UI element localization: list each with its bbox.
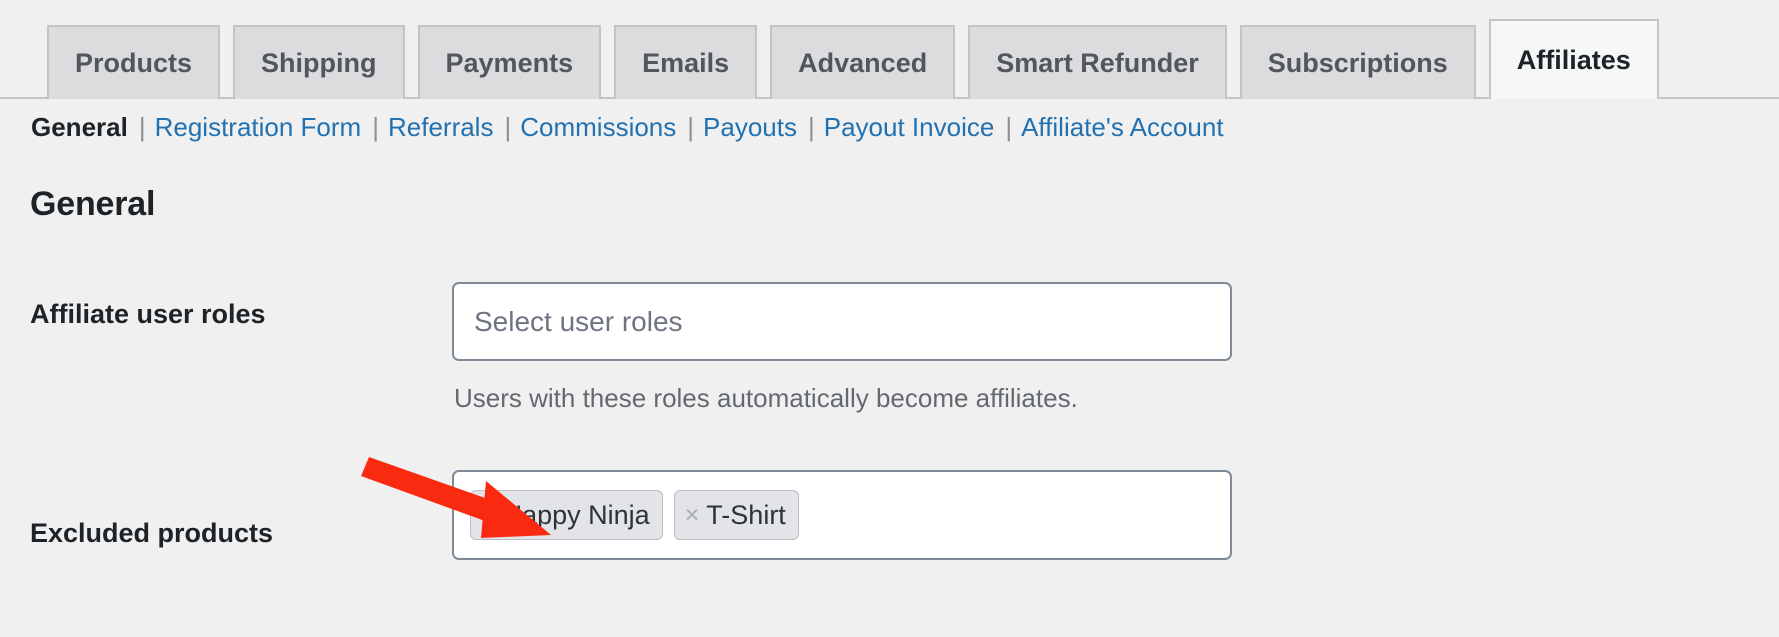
tab-payments[interactable]: Payments xyxy=(417,25,602,99)
subnav-item-commissions[interactable]: Commissions xyxy=(520,112,676,143)
subnav-separator: | xyxy=(807,112,815,142)
affiliate-user-roles-help-text: Users with these roles automatically bec… xyxy=(454,383,1078,413)
tab-label: Shipping xyxy=(261,47,377,78)
subnav-item-general[interactable]: General xyxy=(31,112,128,143)
subnav-separator: | xyxy=(1005,112,1013,142)
tab-products[interactable]: Products xyxy=(47,25,221,99)
affiliates-subnav: General | Registration Form | Referrals … xyxy=(31,112,1224,143)
close-icon[interactable]: × xyxy=(481,502,496,528)
subnav-separator: | xyxy=(138,112,146,142)
tab-emails[interactable]: Emails xyxy=(614,25,758,99)
page-title: General xyxy=(30,185,156,223)
subnav-separator: | xyxy=(372,112,379,142)
tab-label: Advanced xyxy=(798,47,928,78)
tag-label: T-Shirt xyxy=(706,499,786,530)
affiliate-user-roles-placeholder: Select user roles xyxy=(474,305,683,337)
tab-subscriptions[interactable]: Subscriptions xyxy=(1239,25,1476,99)
tab-shipping[interactable]: Shipping xyxy=(233,25,405,99)
label-affiliate-user-roles: Affiliate user roles xyxy=(30,299,266,329)
subnav-item-payout-invoice[interactable]: Payout Invoice xyxy=(824,112,995,143)
tab-advanced[interactable]: Advanced xyxy=(770,25,956,99)
subnav-separator: | xyxy=(687,112,695,142)
control-affiliate-user-roles: Select user roles Users with these roles… xyxy=(452,282,1232,414)
label-excluded-products: Excluded products xyxy=(30,518,274,548)
form-row-excluded-products: Excluded products × Happy Ninja × T-Shir… xyxy=(0,470,1779,560)
subnav-item-registration-form[interactable]: Registration Form xyxy=(155,112,362,143)
tab-label: Subscriptions xyxy=(1267,47,1448,78)
tab-smart-refunder[interactable]: Smart Refunder xyxy=(968,25,1227,99)
tag-item[interactable]: × T-Shirt xyxy=(673,490,799,540)
subnav-item-payouts[interactable]: Payouts xyxy=(703,112,797,143)
close-icon[interactable]: × xyxy=(685,502,700,528)
tag-item[interactable]: × Happy Ninja xyxy=(470,490,663,540)
tab-label: Smart Refunder xyxy=(996,47,1199,78)
tab-label: Payments xyxy=(445,47,574,78)
tab-affiliates[interactable]: Affiliates xyxy=(1488,19,1659,99)
form-row-affiliate-user-roles: Affiliate user roles Select user roles U… xyxy=(0,282,1779,414)
tab-label: Emails xyxy=(642,47,730,78)
affiliate-user-roles-select[interactable]: Select user roles xyxy=(452,282,1232,361)
subnav-separator: | xyxy=(504,112,512,142)
subnav-item-affiliates-account[interactable]: Affiliate's Account xyxy=(1021,112,1224,143)
control-excluded-products: × Happy Ninja × T-Shirt xyxy=(452,470,1232,560)
excluded-products-select[interactable]: × Happy Ninja × T-Shirt xyxy=(452,470,1232,560)
settings-tab-bar: Products Shipping Payments Emails Advanc… xyxy=(0,0,1779,99)
tag-label: Happy Ninja xyxy=(502,499,650,530)
tab-label: Affiliates xyxy=(1516,44,1631,75)
tab-label: Products xyxy=(75,47,193,78)
subnav-item-referrals[interactable]: Referrals xyxy=(388,112,493,143)
